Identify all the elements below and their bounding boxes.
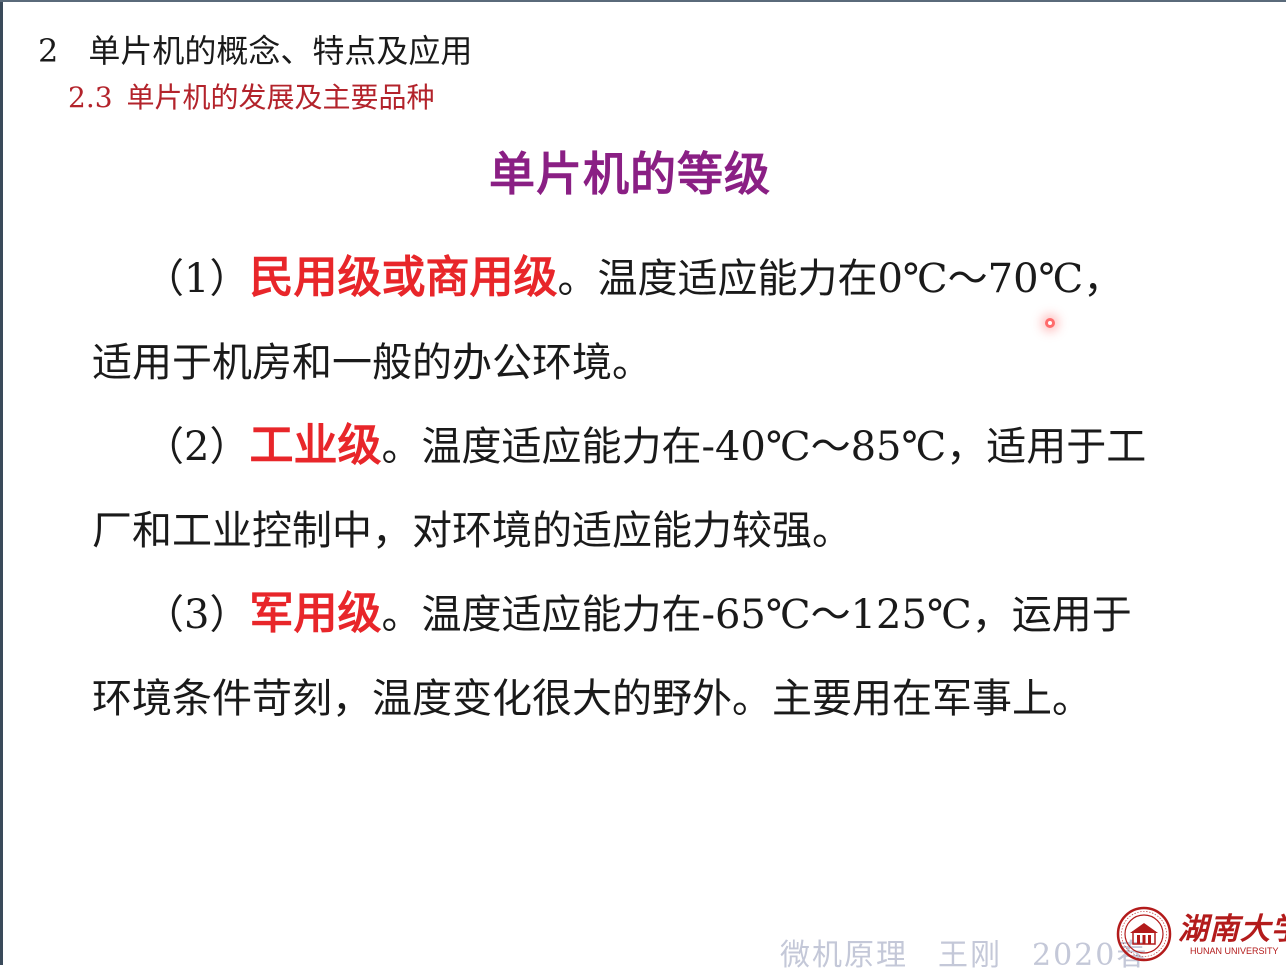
logo-name-cn: 湖南大学 <box>1178 912 1286 947</box>
grade-description: 。温度适应能力在-65℃～125℃，运用于 <box>381 592 1132 638</box>
logo-name-en: HUNAN UNIVERSITY <box>1190 946 1279 956</box>
grade-description: 。温度适应能力在-40℃～85℃，适用于工 <box>381 424 1147 470</box>
seal-icon <box>1116 906 1172 962</box>
university-logo: 湖南大学 HUNAN UNIVERSITY <box>1116 902 1286 965</box>
grade-name: 民用级或商用级 <box>249 252 558 303</box>
grade-name: 军用级 <box>249 588 382 639</box>
section-number: 2.3 <box>68 81 113 114</box>
grade-description-continued: 适用于机房和一般的办公环境。 <box>92 340 652 386</box>
window-edge-top <box>0 0 1286 2</box>
grade-name: 工业级 <box>249 420 382 471</box>
grade-description-continued: 厂和工业控制中，对环境的适应能力较强。 <box>92 508 852 554</box>
chapter-heading: 2 单片机的概念、特点及应用 <box>38 26 472 72</box>
grade-item-military: （3）军用级。温度适应能力在-65℃～125℃，运用于环境条件苛刻，温度变化很大… <box>92 572 1202 741</box>
chapter-title: 单片机的概念、特点及应用 <box>88 32 473 70</box>
grade-item-civil: （1）民用级或商用级。温度适应能力在0℃～70℃， 适用于机房和一般的办公环境。 <box>92 236 1202 405</box>
slide-title: 单片机的等级 <box>489 147 771 201</box>
chapter-number: 2 <box>38 32 59 70</box>
watermark-course: 微机原理 <box>780 938 908 973</box>
grade-description: 。温度适应能力在0℃～70℃， <box>557 256 1124 302</box>
pointer-dot-icon <box>1045 318 1055 328</box>
grade-description-continued: 环境条件苛刻，温度变化很大的野外。主要用在军事上。 <box>92 676 1092 722</box>
grade-index: （1） <box>144 256 250 302</box>
section-heading: 2.3 单片机的发展及主要品种 <box>68 76 435 116</box>
grade-index: （3） <box>144 592 250 638</box>
grade-index: （2） <box>144 424 250 470</box>
watermark-teacher: 王刚 <box>938 938 1002 973</box>
section-title: 单片机的发展及主要品种 <box>126 81 435 114</box>
grade-item-industrial: （2）工业级。温度适应能力在-40℃～85℃，适用于工厂和工业控制中，对环境的适… <box>92 404 1202 573</box>
